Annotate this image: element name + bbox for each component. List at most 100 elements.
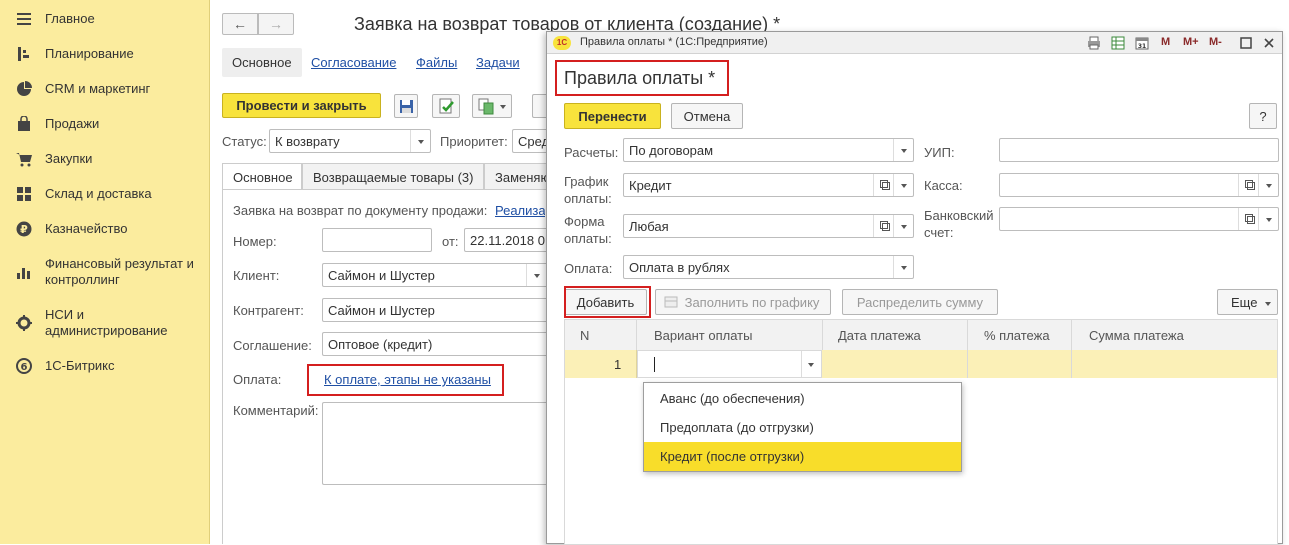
chevron-down-icon[interactable] [893,215,913,237]
column-divider [636,320,637,350]
status-select[interactable]: К возврату [269,129,431,153]
arrow-right-icon: → [269,16,283,32]
column-header-payment-date[interactable]: Дата платежа [838,328,921,343]
1c-logo-icon: 1С [553,36,571,50]
inner-tab-replacing[interactable]: Заменяю [484,163,552,190]
sidebar-item-label: CRM и маркетинг [45,81,151,96]
ruble-icon: ₽ [16,221,32,237]
chevron-down-icon[interactable] [410,130,430,152]
fill-by-schedule-button[interactable]: Заполнить по графику [655,289,831,315]
settlements-select[interactable]: По договорам [623,138,914,162]
sidebar-item-label: Закупки [45,151,93,166]
chevron-down-icon [500,105,506,109]
inner-tab-main[interactable]: Основное [222,163,302,190]
column-header-payment-percent[interactable]: % платежа [984,328,1050,343]
date-field[interactable]: 22.11.2018 0 [464,228,552,252]
comment-label: Комментарий: [233,403,319,418]
open-icon[interactable] [1238,174,1258,196]
client-value: Саймон и Шустер [328,268,435,283]
column-header-payment-sum[interactable]: Сумма платежа [1089,328,1184,343]
dialog-window-title: Правила оплаты * (1С:Предприятие) [580,36,768,48]
cancel-button[interactable]: Отмена [671,103,743,129]
payment-option-input[interactable] [637,350,822,378]
tab-tasks[interactable]: Задачи [476,55,520,70]
post-document-icon [439,98,454,114]
sale-doc-link[interactable]: Реализа [495,203,545,218]
payment-rules-dialog: 1С Правила оплаты * (1С:Предприятие) 31 … [546,31,1283,545]
back-button[interactable]: ← [222,13,258,35]
contractor-field[interactable]: Саймон и Шустер [322,298,552,322]
chevron-down-icon[interactable] [893,139,913,161]
dropdown-option-prepayment[interactable]: Предоплата (до отгрузки) [644,413,961,442]
memory-m-plus-icon[interactable]: M+ [1183,36,1199,50]
sidebar-item-label: Продажи [45,116,100,131]
open-icon[interactable] [873,174,893,196]
transfer-button[interactable]: Перенести [564,103,661,129]
distribute-sum-button[interactable]: Распределить сумму [842,289,998,315]
tab-main[interactable]: Основное [222,48,302,77]
cashbox-select[interactable] [999,173,1279,197]
memory-m-minus-icon[interactable]: M- [1209,36,1222,50]
column-divider [822,320,823,350]
calendar-icon[interactable]: 31 [1135,36,1149,50]
tab-approval[interactable]: Согласование [311,55,396,70]
chevron-down-icon[interactable] [893,174,913,196]
bank-account-select[interactable] [999,207,1279,231]
payment-form-select[interactable]: Любая [623,214,914,238]
create-based-on-button[interactable] [472,94,512,118]
print-icon[interactable] [1087,36,1101,50]
inner-tab-returned-goods[interactable]: Возвращаемые товары (3) [302,163,484,190]
tab-files[interactable]: Файлы [416,55,457,70]
agreement-field[interactable]: Оптовое (кредит) [322,332,552,356]
uip-label: УИП: [924,145,955,160]
status-label: Статус: [222,134,267,149]
dropdown-option-credit[interactable]: Кредит (после отгрузки) [644,442,961,471]
number-field[interactable] [322,228,432,252]
warehouse-icon [17,187,31,201]
dialog-titlebar[interactable]: 1С Правила оплаты * (1С:Предприятие) 31 … [547,32,1282,54]
chevron-down-icon[interactable] [893,256,913,278]
client-field[interactable]: Саймон и Шустер [322,263,552,287]
bank-account-label-line2: счет: [924,225,954,240]
memory-m-icon[interactable]: M [1161,36,1170,50]
chevron-down-icon[interactable] [1258,208,1278,230]
sidebar-item-label: НСИ и администрирование [45,307,168,338]
close-icon[interactable] [1263,36,1275,50]
save-button[interactable] [394,94,418,118]
number-label: Номер: [233,234,277,249]
column-divider [1071,320,1072,350]
post-and-close-button[interactable]: Провести и закрыть [222,93,381,118]
dropdown-option-advance[interactable]: Аванс (до обеспечения) [644,384,961,413]
uip-field[interactable] [999,138,1279,162]
svg-text:31: 31 [1138,43,1146,50]
bar-chart-icon [17,268,30,279]
table-icon[interactable] [1111,36,1125,50]
open-icon[interactable] [1238,208,1258,230]
chevron-down-icon[interactable] [526,264,546,286]
payment-currency-select[interactable]: Оплата в рублях [623,255,914,279]
sidebar-item-label: 1С-Битрикс [45,358,115,373]
column-divider [1071,350,1072,378]
column-divider [636,350,637,378]
column-header-payment-option[interactable]: Вариант оплаты [654,328,752,343]
bag-icon [18,116,30,131]
payment-currency-value: Оплата в рублях [629,260,730,275]
agreement-value: Оптовое (кредит) [328,337,433,352]
column-header-n[interactable]: N [580,328,589,343]
schedule-select[interactable]: Кредит [623,173,914,197]
date-value: 22.11.2018 0 [470,233,545,248]
post-button[interactable] [432,94,460,118]
comment-textarea[interactable] [322,402,552,485]
settlements-label: Расчеты: [564,145,619,160]
more-button[interactable]: Еще [1217,289,1278,315]
table-row[interactable]: 1 [565,350,1277,378]
sidebar-item-label: Планирование [45,46,134,61]
priority-value: Сред [518,134,550,149]
help-button[interactable]: ? [1249,103,1277,129]
more-label: Еще [1231,294,1258,310]
maximize-icon[interactable] [1240,36,1252,50]
cashbox-label: Касса: [924,178,963,193]
forward-button[interactable]: → [258,13,294,35]
chevron-down-icon[interactable] [1258,174,1278,196]
open-icon[interactable] [873,215,893,237]
